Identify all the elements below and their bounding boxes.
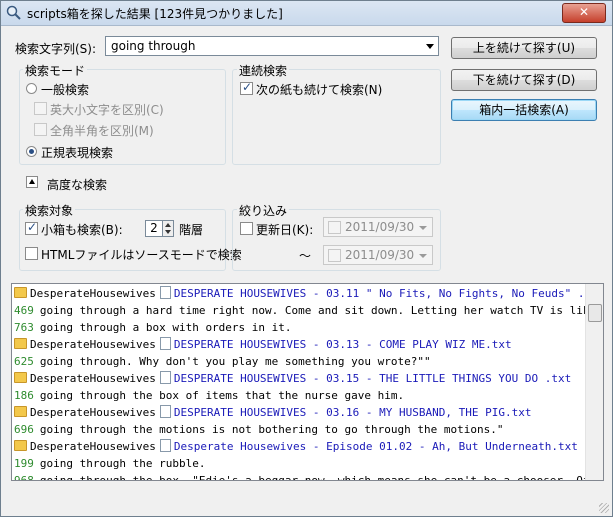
width-sensitive-label: 全角半角を区別(M) bbox=[50, 124, 154, 138]
regex-search-label: 正規表現検索 bbox=[41, 146, 114, 160]
from-date-checkbox[interactable] bbox=[328, 221, 341, 234]
result-folder-name: DesperateHousewives bbox=[30, 372, 156, 385]
subbox-checkbox[interactable] bbox=[25, 220, 38, 235]
document-icon bbox=[159, 371, 171, 384]
to-date-value: 2011/09/30 bbox=[345, 248, 415, 262]
scrollbar-thumb[interactable] bbox=[588, 304, 602, 322]
result-line-number: 469 bbox=[14, 304, 34, 317]
continuous-search-title: 連続検索 bbox=[237, 62, 290, 79]
window-title: scripts箱を探した結果 [123件見つかりました] bbox=[27, 7, 283, 21]
result-line-number: 625 bbox=[14, 355, 34, 368]
folder-icon bbox=[14, 440, 27, 451]
depth-input[interactable]: 2 bbox=[145, 220, 163, 237]
regex-search-radio[interactable] bbox=[26, 146, 37, 157]
folder-icon bbox=[14, 406, 27, 417]
close-button[interactable]: ✕ bbox=[562, 3, 606, 23]
spin-up-icon[interactable] bbox=[165, 223, 171, 227]
from-date-value: 2011/09/30 bbox=[345, 220, 415, 234]
search-value: going through bbox=[111, 39, 196, 53]
document-icon bbox=[159, 405, 171, 418]
result-file-name: DESPERATE HOUSEWIVES - 03.16 - MY HUSBAN… bbox=[173, 406, 532, 419]
result-line-number: 696 bbox=[14, 423, 34, 436]
case-sensitive-checkbox[interactable] bbox=[34, 102, 47, 115]
result-folder-name: DesperateHousewives bbox=[30, 287, 156, 300]
result-hit-row[interactable]: 469 going through a hard time right now. … bbox=[14, 302, 604, 319]
result-file-name: Desperate Housewives - Episode 01.02 - A… bbox=[173, 440, 578, 453]
to-date-picker[interactable]: 2011/09/30 bbox=[323, 245, 433, 265]
result-file-name: DESPERATE HOUSEWIVES - 03.13 - COME PLAY… bbox=[173, 338, 512, 351]
result-text: going through a hard time right now. Com… bbox=[39, 304, 604, 317]
result-line-number: 186 bbox=[14, 389, 34, 402]
search-label: 検索文字列(S): bbox=[15, 42, 97, 56]
normal-search-radio[interactable] bbox=[26, 83, 37, 94]
results-list[interactable]: 968 going through the box. "Edie's a begg… bbox=[11, 283, 604, 481]
advanced-search-label[interactable]: 高度な検索 bbox=[47, 176, 107, 193]
subbox-label: 小箱も検索(B): bbox=[41, 223, 123, 237]
search-input[interactable]: going through bbox=[105, 36, 439, 56]
result-folder-name: DesperateHousewives bbox=[30, 338, 156, 351]
modified-date-checkbox[interactable] bbox=[240, 222, 253, 235]
spin-down-icon[interactable] bbox=[165, 230, 171, 234]
result-hit-row[interactable]: 186 going through the box of items that t… bbox=[14, 387, 404, 404]
html-source-checkbox[interactable] bbox=[25, 247, 38, 260]
result-file-row[interactable]: DesperateHousewives DESPERATE HOUSEWIVES … bbox=[14, 285, 604, 302]
title-bar[interactable]: scripts箱を探した結果 [123件見つかりました] ✕ bbox=[1, 1, 612, 26]
search-results-window: scripts箱を探した結果 [123件見つかりました] ✕ 検索文字列(S):… bbox=[0, 0, 613, 517]
filter-title: 絞り込み bbox=[237, 202, 290, 219]
html-source-label: HTMLファイルはソースモードで検索 bbox=[41, 248, 242, 262]
resize-grip-icon[interactable] bbox=[599, 503, 609, 513]
date-range-tilde: ～ bbox=[299, 249, 312, 263]
result-line-number: 199 bbox=[14, 457, 34, 470]
magnifier-icon bbox=[6, 5, 21, 20]
result-file-name: DESPERATE HOUSEWIVES - 03.15 - THE LITTL… bbox=[173, 372, 572, 385]
result-file-name: DESPERATE HOUSEWIVES - 03.11 " No Fits, … bbox=[173, 287, 604, 300]
next-paper-checkbox[interactable] bbox=[240, 80, 253, 95]
result-text: going through the rubble. bbox=[39, 457, 206, 470]
result-text: going through the box of items that the … bbox=[39, 389, 405, 402]
result-line-number: 968 bbox=[14, 474, 34, 481]
result-hit-row[interactable]: 625 going through. Why don't you play me … bbox=[14, 353, 431, 370]
result-text: going through the motions is not botheri… bbox=[39, 423, 504, 436]
document-icon bbox=[159, 439, 171, 452]
result-hit-row[interactable]: 696 going through the motions is not both… bbox=[14, 421, 503, 438]
normal-search-label: 一般検索 bbox=[41, 83, 90, 97]
document-icon bbox=[159, 286, 171, 299]
result-file-row[interactable]: DesperateHousewives DESPERATE HOUSEWIVES … bbox=[14, 370, 571, 387]
result-file-row[interactable]: DesperateHousewives Desperate Housewives … bbox=[14, 438, 578, 455]
chevron-down-icon[interactable] bbox=[426, 44, 434, 49]
chevron-down-icon[interactable] bbox=[419, 254, 427, 258]
next-paper-label: 次の紙も続けて検索(N) bbox=[256, 83, 383, 97]
result-folder-name: DesperateHousewives bbox=[30, 406, 156, 419]
folder-icon bbox=[14, 372, 27, 383]
folder-icon bbox=[14, 287, 27, 298]
document-icon bbox=[159, 337, 171, 350]
result-hit-row[interactable]: 763 going through a box with orders in it… bbox=[14, 319, 292, 336]
result-file-row[interactable]: DesperateHousewives DESPERATE HOUSEWIVES … bbox=[14, 336, 512, 353]
search-down-button[interactable]: 下を続けて探す(D) bbox=[451, 69, 597, 91]
vertical-scrollbar[interactable] bbox=[585, 284, 603, 480]
to-date-checkbox[interactable] bbox=[328, 249, 341, 262]
from-date-picker[interactable]: 2011/09/30 bbox=[323, 217, 433, 237]
status-bar bbox=[1, 486, 612, 516]
chevron-down-icon[interactable] bbox=[419, 226, 427, 230]
depth-spinner[interactable] bbox=[162, 220, 174, 237]
modified-date-label: 更新日(K): bbox=[256, 223, 314, 237]
case-sensitive-label: 英大小文字を区別(C) bbox=[50, 103, 164, 117]
result-hit-row[interactable]: 968 going through the box. "Edie's a begg… bbox=[14, 472, 604, 481]
result-text: going through a box with orders in it. bbox=[39, 321, 292, 334]
result-line-number: 763 bbox=[14, 321, 34, 334]
depth-unit-label: 階層 bbox=[179, 223, 204, 237]
result-text: going through. Why don't you play me som… bbox=[39, 355, 431, 368]
result-hit-row[interactable]: 199 going through the rubble. bbox=[14, 455, 205, 472]
result-folder-name: DesperateHousewives bbox=[30, 440, 156, 453]
result-file-row[interactable]: DesperateHousewives DESPERATE HOUSEWIVES … bbox=[14, 404, 531, 421]
search-up-button[interactable]: 上を続けて探す(U) bbox=[451, 37, 597, 59]
search-all-button[interactable]: 箱内一括検索(A) bbox=[451, 99, 597, 121]
search-mode-title: 検索モード bbox=[23, 62, 88, 79]
result-text: going through the box. "Edie's a beggar … bbox=[39, 474, 604, 481]
collapse-advanced-icon[interactable] bbox=[26, 176, 38, 188]
search-target-title: 検索対象 bbox=[23, 202, 76, 219]
folder-icon bbox=[14, 338, 27, 349]
width-sensitive-checkbox[interactable] bbox=[34, 123, 47, 136]
